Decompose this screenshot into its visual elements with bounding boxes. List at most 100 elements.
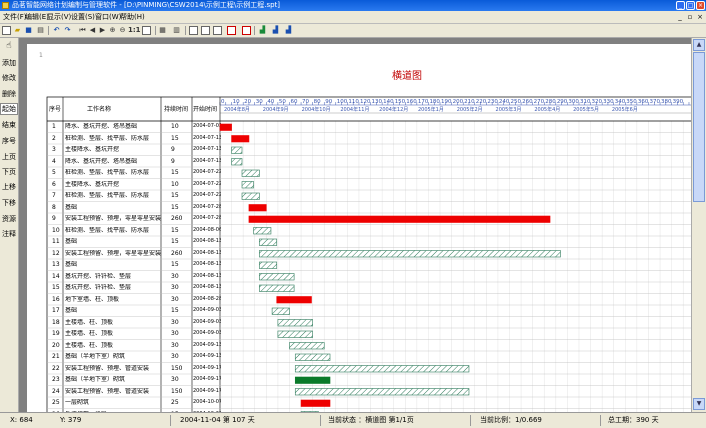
scroll-thumb[interactable] <box>693 52 705 202</box>
task-bar <box>259 261 278 269</box>
timescale-label: 170 <box>418 99 429 105</box>
sidebar-item-seq[interactable]: 序号 <box>0 136 18 146</box>
zoom-in-icon[interactable]: ⊕ <box>108 26 117 35</box>
sidebar-item-add[interactable]: 添加 <box>0 58 18 68</box>
calendar-icon[interactable] <box>227 26 236 35</box>
menu-edit[interactable]: 编辑(E) <box>25 12 49 22</box>
sidebar-item-delete[interactable]: 删除 <box>0 89 18 99</box>
prev-icon[interactable]: ◀ <box>88 26 97 35</box>
sidebar-item-end[interactable]: 结束 <box>0 120 18 130</box>
mdi-minimize-icon[interactable]: _ <box>676 13 684 21</box>
table-view-icon[interactable]: ▥ <box>172 26 181 35</box>
maximize-button[interactable]: □ <box>686 1 695 10</box>
status-bar: X: 684 Y: 379 2004-11-04 第 107 天 当前状态 ：横… <box>0 412 706 428</box>
redo-icon[interactable]: ↷ <box>63 26 72 35</box>
timescale-label: 100 <box>337 99 348 105</box>
fit-icon[interactable] <box>142 26 151 35</box>
timescale-label: 30 <box>256 99 263 105</box>
mdi-close-icon[interactable]: × <box>696 13 704 21</box>
menu-view[interactable]: 显示(V) <box>47 12 71 22</box>
chart2-icon[interactable]: ▟ <box>271 26 280 35</box>
timescale-label: 220 <box>476 99 487 105</box>
next-icon[interactable]: ▶ <box>98 26 107 35</box>
drawing-canvas[interactable]: 1 横道图 序号 工作名称 持续时间 开始时间 1 降水、基坑开挖、塔吊基础 10 2004-… <box>19 38 691 412</box>
scroll-up-icon[interactable]: ▲ <box>693 39 705 51</box>
timescale-label: 10 <box>233 99 240 105</box>
month-label: 2004年11月 <box>340 106 369 113</box>
new-icon[interactable] <box>2 26 11 35</box>
pointer-icon[interactable]: ☝ <box>0 41 18 51</box>
sidebar-item-move-down[interactable]: 下移 <box>0 198 18 208</box>
sidebar-item-prev-page[interactable]: 上页 <box>0 152 18 162</box>
timescale-label: 380 <box>661 99 672 105</box>
timescale-label: 260 <box>522 99 533 105</box>
vertical-scrollbar[interactable]: ▲ ▼ <box>691 38 706 412</box>
timescale-label: 110 <box>348 99 359 105</box>
status-y: Y: 379 <box>60 416 82 424</box>
task-bar <box>294 376 331 384</box>
timescale-label: 0 <box>221 99 225 105</box>
month-label: 2005年4月 <box>534 106 560 113</box>
task-bar <box>231 146 243 154</box>
close-button[interactable]: × <box>696 1 705 10</box>
timescale-label: 310 <box>580 99 591 105</box>
month-label: 2005年3月 <box>496 106 522 113</box>
timescale-label: 290 <box>557 99 568 105</box>
zoom-out-icon[interactable]: ⊖ <box>118 26 127 35</box>
open-icon[interactable]: ▰ <box>13 26 22 35</box>
timescale-label: 300 <box>568 99 579 105</box>
timescale-label: 60 <box>290 99 297 105</box>
sidebar-item-start[interactable]: 起始 <box>0 103 18 115</box>
app-icon <box>2 2 9 9</box>
task-bar <box>271 307 290 315</box>
chart-icon[interactable]: ▟ <box>258 26 267 35</box>
status-total: 总工期：390 天 <box>608 416 659 424</box>
split-view-icon[interactable] <box>213 26 222 35</box>
timescale-label: 120 <box>360 99 371 105</box>
save-icon[interactable]: ■ <box>24 26 33 35</box>
sidebar-item-note[interactable]: 注释 <box>0 229 18 239</box>
timescale-label: 390 <box>673 99 684 105</box>
timescale-label: 40 <box>267 99 274 105</box>
timescale-label: 210 <box>464 99 475 105</box>
scroll-down-icon[interactable]: ▼ <box>693 398 705 410</box>
print-icon[interactable]: ▤ <box>36 26 45 35</box>
chart3-icon[interactable]: ▟ <box>284 26 293 35</box>
task-bar <box>241 181 254 189</box>
menu-file[interactable]: 文件(F) <box>3 12 27 22</box>
status-date: 2004-11-04 第 107 天 <box>180 416 255 424</box>
sidebar-item-resource[interactable]: 资源 <box>0 214 18 224</box>
first-icon[interactable]: ⏮ <box>78 26 87 35</box>
timescale-label: 90 <box>325 99 332 105</box>
status-state: 当前状态 ：横道图 第1/1页 <box>328 416 414 424</box>
menu-window[interactable]: 窗口(W) <box>95 12 121 22</box>
task-bar <box>300 399 331 407</box>
task-bar <box>241 169 260 177</box>
minimize-button[interactable]: _ <box>676 1 685 10</box>
month-label: 2004年10月 <box>302 106 331 113</box>
undo-icon[interactable]: ↶ <box>52 26 61 35</box>
timescale-label: 20 <box>244 99 251 105</box>
title-bar: 品茗智能网络计划编制与管理软件 - [D:\PINMING\CSW2014\示例… <box>0 0 706 11</box>
task-bar <box>294 365 470 373</box>
grid-view-icon[interactable]: ▦ <box>158 26 167 35</box>
task-bar <box>231 158 243 166</box>
task-bar <box>294 388 470 396</box>
timescale-label: 370 <box>649 99 660 105</box>
timescale-label: 250 <box>511 99 522 105</box>
menu-settings[interactable]: 设置(S) <box>71 12 95 22</box>
timescale-label: 70 <box>302 99 309 105</box>
sidebar-item-edit[interactable]: 修改 <box>0 73 18 83</box>
settings-icon[interactable] <box>242 26 251 35</box>
mdi-restore-icon[interactable]: ▫ <box>686 13 694 21</box>
network-view-icon[interactable] <box>189 26 198 35</box>
menu-help[interactable]: 帮助(H) <box>120 12 145 22</box>
sidebar-item-next-page[interactable]: 下页 <box>0 167 18 177</box>
bar-view-icon[interactable] <box>201 26 210 35</box>
sidebar-item-move-up[interactable]: 上移 <box>0 182 18 192</box>
timescale-label: 130 <box>372 99 383 105</box>
month-label: 2004年12月 <box>379 106 408 113</box>
sidebar: ☝ 添加 修改 删除 起始 结束 序号 上页 下页 上移 下移 资源 注释 <box>0 38 19 412</box>
zoom-1to1-icon[interactable]: 1:1 <box>128 26 141 35</box>
timescale-label: 230 <box>487 99 498 105</box>
